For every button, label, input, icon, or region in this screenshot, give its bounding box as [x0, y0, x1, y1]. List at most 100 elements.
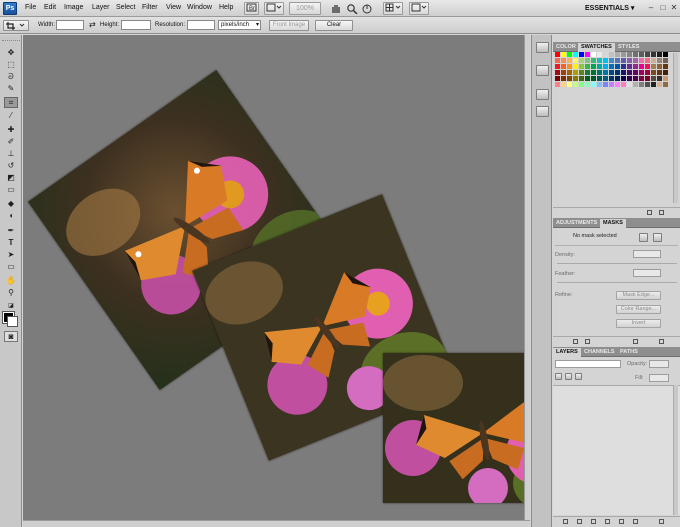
- trash-icon[interactable]: [659, 519, 664, 524]
- menu-select[interactable]: Select: [116, 4, 135, 11]
- feather-field[interactable]: [633, 269, 661, 277]
- rotate-view-icon[interactable]: [361, 3, 373, 14]
- actions-panel-icon[interactable]: [536, 65, 549, 76]
- zoom-icon[interactable]: [346, 3, 358, 14]
- background-color-swatch[interactable]: [7, 316, 18, 327]
- marquee-tool-icon[interactable]: ⬚: [4, 59, 18, 70]
- lock-transparent-icon[interactable]: [555, 373, 562, 380]
- lasso-tool-icon[interactable]: ᘐ: [4, 71, 18, 82]
- menu-help[interactable]: Help: [219, 4, 233, 11]
- mask-edge-button[interactable]: Mask Edge...: [616, 291, 661, 300]
- shape-tool-icon[interactable]: ▭: [4, 261, 18, 272]
- menu-filter[interactable]: Filter: [142, 4, 158, 11]
- menu-image[interactable]: Image: [64, 4, 83, 11]
- new-layer-icon[interactable]: [633, 519, 638, 524]
- eyedropper-tool-icon[interactable]: ⁄: [4, 110, 18, 121]
- load-selection-icon[interactable]: [573, 339, 578, 344]
- zoom-tool-icon[interactable]: ⚲: [4, 287, 18, 298]
- link-layers-icon[interactable]: [563, 519, 568, 524]
- tab-color[interactable]: COLOR: [553, 43, 579, 52]
- tab-masks[interactable]: MASKS: [600, 219, 626, 228]
- menu-edit[interactable]: Edit: [44, 4, 56, 11]
- vector-mask-icon[interactable]: [653, 233, 662, 242]
- pixel-mask-icon[interactable]: [639, 233, 648, 242]
- close-button[interactable]: ✕: [669, 3, 679, 13]
- layer-style-icon[interactable]: [577, 519, 582, 524]
- layers-scrollbar[interactable]: [673, 385, 678, 515]
- invert-button[interactable]: Invert: [616, 319, 661, 328]
- new-swatch-icon[interactable]: [647, 210, 652, 215]
- apply-mask-icon[interactable]: [585, 339, 590, 344]
- menu-layer[interactable]: Layer: [92, 4, 110, 11]
- menu-file[interactable]: File: [25, 4, 36, 11]
- front-image-button[interactable]: Front Image: [269, 20, 309, 31]
- lock-position-icon[interactable]: [575, 373, 582, 380]
- density-field[interactable]: [633, 250, 661, 258]
- clone-stamp-tool-icon[interactable]: ⊥: [4, 148, 18, 159]
- tab-adjustments[interactable]: ADJUSTMENTS: [553, 219, 600, 228]
- history-brush-tool-icon[interactable]: ↺: [4, 160, 18, 171]
- blur-tool-icon[interactable]: ◆: [4, 198, 18, 209]
- canvas-horizontal-scrollbar[interactable]: [23, 520, 530, 527]
- document-canvas[interactable]: [23, 35, 530, 522]
- tab-layers[interactable]: LAYERS: [553, 348, 581, 357]
- quick-selection-tool-icon[interactable]: ✎: [4, 83, 18, 94]
- pen-tool-icon[interactable]: ✒: [4, 225, 18, 236]
- height-input[interactable]: [121, 20, 151, 30]
- maximize-button[interactable]: □: [658, 3, 668, 13]
- trash-icon[interactable]: [659, 339, 664, 344]
- new-group-icon[interactable]: [619, 519, 624, 524]
- type-tool-icon[interactable]: T: [4, 237, 18, 248]
- minimize-button[interactable]: –: [646, 3, 656, 13]
- brush-tool-icon[interactable]: ✐: [4, 136, 18, 147]
- opacity-field[interactable]: [649, 360, 669, 368]
- width-input[interactable]: [56, 20, 84, 30]
- color-swatch[interactable]: [663, 82, 669, 88]
- workspace-switcher[interactable]: ESSENTIALS ▾: [585, 3, 639, 14]
- spot-healing-tool-icon[interactable]: ✚: [4, 124, 18, 135]
- resolution-input[interactable]: [187, 20, 215, 30]
- disable-mask-icon[interactable]: [633, 339, 638, 344]
- canvas-vertical-scrollbar[interactable]: [524, 35, 530, 520]
- tab-channels[interactable]: CHANNELS: [581, 348, 618, 357]
- swap-dimensions-icon[interactable]: ⇄: [89, 20, 96, 29]
- tool-preset-picker[interactable]: [3, 20, 29, 31]
- extras-button[interactable]: [383, 2, 403, 15]
- layers-list[interactable]: [553, 385, 680, 515]
- resolution-unit-select[interactable]: pixels/inch ▾: [218, 20, 261, 30]
- butterfly-photo-upright[interactable]: [383, 353, 530, 503]
- feather-slider[interactable]: [557, 282, 677, 283]
- tool-presets-panel-icon[interactable]: [536, 89, 549, 100]
- fill-field[interactable]: [649, 374, 669, 382]
- adjustment-layer-icon[interactable]: [605, 519, 610, 524]
- hand-icon[interactable]: [330, 3, 342, 14]
- screen-mode-button[interactable]: [409, 2, 429, 15]
- swatches-scrollbar[interactable]: [673, 53, 678, 203]
- tab-swatches[interactable]: SWATCHES: [578, 43, 615, 52]
- move-tool-icon[interactable]: ✥: [4, 47, 18, 58]
- quick-mask-icon[interactable]: ◙: [4, 331, 18, 342]
- crop-tool-icon[interactable]: ⌗: [4, 97, 18, 108]
- eraser-tool-icon[interactable]: ◩: [4, 172, 18, 183]
- lock-image-icon[interactable]: [565, 373, 572, 380]
- dodge-tool-icon[interactable]: ◖: [4, 210, 18, 221]
- trash-icon[interactable]: [659, 210, 664, 215]
- swap-colors-icon[interactable]: ◪: [4, 300, 18, 311]
- tools-grip[interactable]: [2, 37, 20, 41]
- blend-mode-select[interactable]: [555, 360, 621, 368]
- menu-window[interactable]: Window: [187, 4, 212, 11]
- clear-button[interactable]: Clear: [315, 20, 353, 31]
- arrange-documents-button[interactable]: [264, 2, 284, 15]
- history-panel-icon[interactable]: [536, 42, 549, 53]
- add-mask-icon[interactable]: [591, 519, 596, 524]
- gradient-tool-icon[interactable]: ▭: [4, 184, 18, 195]
- zoom-level-select[interactable]: 100%: [289, 2, 321, 15]
- menu-view[interactable]: View: [166, 4, 181, 11]
- bridge-button[interactable]: Br: [244, 2, 259, 15]
- hand-tool-icon[interactable]: ✋: [4, 275, 18, 286]
- clone-source-panel-icon[interactable]: [536, 106, 549, 117]
- tab-paths[interactable]: PATHS: [617, 348, 641, 357]
- tab-styles[interactable]: STYLES: [615, 43, 642, 52]
- color-range-button[interactable]: Color Range...: [616, 305, 661, 314]
- density-slider[interactable]: [557, 263, 677, 264]
